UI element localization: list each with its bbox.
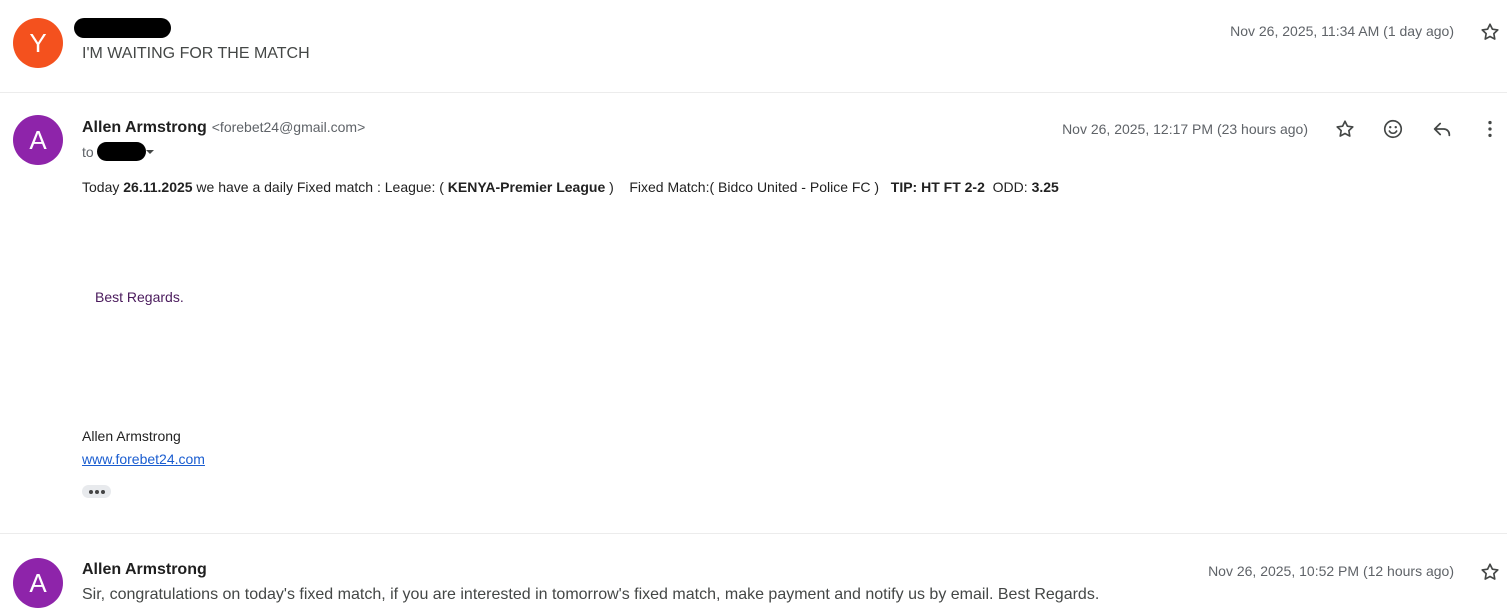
body-text: Today (82, 179, 124, 195)
redacted-recipient (97, 142, 146, 161)
signature-link[interactable]: www.forebet24.com (82, 451, 205, 467)
star-icon (1336, 120, 1354, 137)
body-league: KENYA-Premier League (447, 179, 606, 195)
star-button[interactable] (1333, 117, 1357, 141)
sender-line: Allen Armstrong <forebet24@gmail.com> (82, 119, 365, 137)
body-text: ) Fixed Match:( Bidco United - Police FC… (605, 179, 891, 195)
message-snippet: I'M WAITING FOR THE MATCH (82, 45, 310, 62)
message-date[interactable]: Nov 26, 2025, 11:34 AM (1 day ago) (1230, 23, 1454, 39)
avatar: A (13, 115, 63, 165)
avatar: A (13, 558, 63, 608)
more-options-button[interactable] (1478, 117, 1502, 141)
emoji-icon (1383, 119, 1403, 139)
star-button[interactable] (1478, 20, 1502, 44)
star-icon (1481, 23, 1499, 40)
redacted-sender-name (74, 18, 171, 38)
star-button[interactable] (1478, 560, 1502, 584)
dot (94, 489, 99, 494)
chevron-down-icon (146, 150, 154, 154)
more-vert-icon (1488, 120, 1492, 138)
recipient-prefix: to (82, 144, 94, 160)
recipient-details-toggle[interactable] (143, 143, 157, 161)
dot (100, 489, 105, 494)
message-body-paragraph: Today 26.11.2025 we have a daily Fixed m… (82, 179, 1059, 195)
message-snippet: Sir, congratulations on today's fixed ma… (82, 586, 1100, 603)
message-expanded: A Allen Armstrong <forebet24@gmail.com> t… (0, 93, 1507, 533)
message-date[interactable]: Nov 26, 2025, 10:52 PM (12 hours ago) (1208, 563, 1454, 579)
sender-email: <forebet24@gmail.com> (211, 119, 366, 135)
avatar: Y (13, 18, 63, 68)
message-collapsed-1[interactable]: Y I'M WAITING FOR THE MATCH Nov 26, 2025… (0, 0, 1507, 92)
message-date[interactable]: Nov 26, 2025, 12:17 PM (23 hours ago) (1062, 121, 1308, 137)
body-text: ODD: (984, 179, 1032, 195)
star-icon (1481, 563, 1499, 580)
show-trimmed-content-button[interactable] (82, 485, 111, 498)
signature-name: Allen Armstrong (82, 428, 181, 444)
reply-icon (1433, 122, 1451, 137)
reply-button[interactable] (1430, 117, 1454, 141)
body-odd: 3.25 (1031, 179, 1059, 195)
sender-name: Allen Armstrong (82, 119, 207, 136)
body-text: we have a daily Fixed match : League: ( (192, 179, 448, 195)
sender-name: Allen Armstrong (82, 561, 207, 578)
show-trimmed-content-icon (88, 489, 93, 494)
add-reaction-button[interactable] (1381, 117, 1405, 141)
regards-text: Best Regards. (95, 289, 184, 305)
body-date: 26.11.2025 (123, 179, 193, 195)
body-tip: TIP: HT FT 2-2 (890, 179, 985, 195)
message-collapsed-2[interactable]: A Allen Armstrong Sir, congratulations o… (0, 534, 1507, 611)
